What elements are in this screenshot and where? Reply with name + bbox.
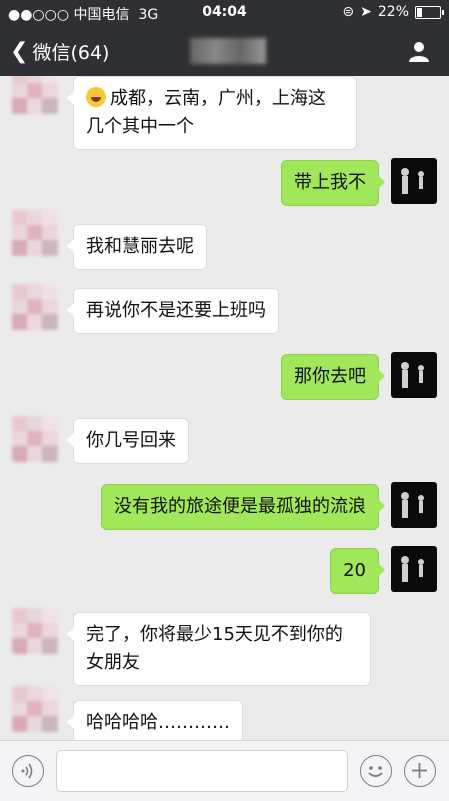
- message-bubble[interactable]: 没有我的旅途便是最孤独的流浪: [101, 484, 385, 530]
- message-text: 再说你不是还要上班吗: [86, 300, 266, 321]
- message-bubble[interactable]: 成都，云南，广州，上海这 几个其中一个: [67, 76, 357, 150]
- avatar[interactable]: [12, 686, 58, 732]
- battery-fill: [417, 7, 422, 17]
- message-text: 那你去吧: [294, 366, 366, 387]
- avatar[interactable]: [391, 158, 437, 204]
- avatar[interactable]: [12, 608, 58, 654]
- message-text: 成都，云南，广州，上海这 几个其中一个: [86, 88, 326, 137]
- message-text: 带上我不: [294, 172, 366, 193]
- message-bubble[interactable]: 再说你不是还要上班吗: [67, 288, 279, 334]
- battery-icon: [415, 5, 444, 19]
- input-bar: [0, 740, 449, 801]
- avatar[interactable]: [12, 416, 58, 462]
- message-text: 哈哈哈哈…………: [86, 712, 230, 733]
- smiley-icon: [368, 766, 383, 777]
- avatar-image-icon: [401, 168, 424, 194]
- more-button[interactable]: [404, 755, 436, 787]
- voice-input-button[interactable]: [12, 755, 44, 787]
- message-input[interactable]: [56, 750, 348, 792]
- back-label: 微信(64): [32, 42, 110, 64]
- chat-title-redacted: [190, 38, 266, 64]
- avatar[interactable]: [391, 482, 437, 528]
- nav-bar: ❮ 微信(64): [0, 26, 449, 76]
- rotation-lock-icon: ⊜: [342, 4, 355, 20]
- face-with-tears-of-joy-icon: [86, 87, 106, 107]
- chat-list[interactable]: 成都，云南，广州，上海这 几个其中一个 带上我不 我和慧丽去呢 再说你不是还要上班…: [0, 76, 449, 740]
- message-bubble[interactable]: 那你去吧: [281, 354, 385, 400]
- message-text: 你几号回来: [86, 430, 176, 451]
- avatar[interactable]: [12, 210, 58, 256]
- avatar-image-icon: [401, 362, 424, 388]
- message-text: 我和慧丽去呢: [86, 236, 194, 257]
- avatar[interactable]: [391, 546, 437, 592]
- back-button[interactable]: ❮ 微信(64): [10, 38, 109, 65]
- avatar-image-icon: [401, 492, 424, 518]
- message-text: 没有我的旅途便是最孤独的流浪: [114, 496, 366, 517]
- message-bubble[interactable]: 带上我不: [281, 160, 385, 206]
- message-bubble[interactable]: 哈哈哈哈…………: [67, 700, 243, 740]
- message-bubble[interactable]: 20: [330, 548, 385, 594]
- plus-icon: [412, 763, 427, 778]
- battery-percent: 22%: [377, 4, 409, 20]
- status-bar: ●●○○○ 中国电信 3G 04:04 ⊜ ➤ 22%: [0, 0, 449, 26]
- message-bubble[interactable]: 我和慧丽去呢: [67, 224, 207, 270]
- chevron-left-icon: ❮: [10, 39, 29, 64]
- message-text: 完了，你将最少15天见不到你的 女朋友: [86, 624, 343, 673]
- avatar[interactable]: [12, 284, 58, 330]
- message-text: 20: [343, 560, 366, 581]
- voice-wave-icon: [21, 763, 33, 779]
- emoji-button[interactable]: [360, 755, 392, 787]
- avatar[interactable]: [12, 76, 58, 114]
- location-icon: ➤: [360, 4, 372, 20]
- avatar-image-icon: [401, 556, 424, 582]
- status-right: ⊜ ➤ 22%: [342, 4, 444, 20]
- avatar[interactable]: [391, 352, 437, 398]
- message-bubble[interactable]: 你几号回来: [67, 418, 189, 464]
- person-icon[interactable]: [407, 39, 431, 63]
- message-bubble[interactable]: 完了，你将最少15天见不到你的 女朋友: [67, 612, 371, 686]
